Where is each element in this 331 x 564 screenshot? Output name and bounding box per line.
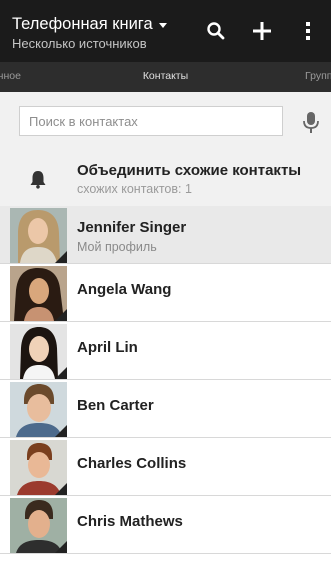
plus-icon <box>253 22 271 40</box>
contact-name: Ben Carter <box>77 397 154 414</box>
contact-name: Charles Collins <box>77 455 187 472</box>
contact-row-april-lin[interactable]: April Lin <box>0 322 331 380</box>
search-bar <box>0 92 331 148</box>
contact-row-angela-wang[interactable]: Angela Wang <box>0 264 331 322</box>
contact-row-chris-mathews[interactable]: Chris Mathews <box>0 496 331 554</box>
page-subtitle: Несколько источников <box>12 36 147 51</box>
microphone-icon <box>303 112 319 133</box>
contact-subtitle: Мой профиль <box>77 240 157 254</box>
contact-row-charles-collins[interactable]: Charles Collins <box>0 438 331 496</box>
avatar <box>10 324 67 379</box>
dropdown-caret-icon <box>158 22 167 28</box>
overflow-menu-button[interactable] <box>291 15 325 47</box>
merge-title: Объединить схожие контакты <box>77 162 302 179</box>
contact-list: Jennifer Singer Мой профиль Angela Wang <box>0 206 331 554</box>
tab-bar: ранное Контакты Групп <box>0 62 331 92</box>
search-input[interactable] <box>19 106 283 136</box>
contact-row-ben-carter[interactable]: Ben Carter <box>0 380 331 438</box>
merge-count: схожих контактов: 1 <box>77 182 192 196</box>
avatar <box>10 382 67 437</box>
search-button[interactable] <box>199 15 233 47</box>
avatar <box>10 208 67 263</box>
tab-contacts[interactable]: Контакты <box>0 70 331 82</box>
avatar <box>10 498 67 553</box>
phonebook-app: Телефонная книга Несколько источников нн… <box>0 0 331 564</box>
tab-groups[interactable]: Групп <box>305 70 331 82</box>
contact-name: April Lin <box>77 339 138 356</box>
overflow-menu-icon <box>306 22 310 40</box>
merge-contacts-row[interactable]: Объединить схожие контакты схожих контак… <box>0 148 331 206</box>
search-icon <box>207 22 225 40</box>
page-title: Телефонная книга <box>12 15 153 33</box>
avatar <box>10 266 67 321</box>
app-bar: Телефонная книга Несколько источников <box>0 0 331 62</box>
voice-search-button[interactable] <box>300 111 322 135</box>
source-selector[interactable]: Телефонная книга Несколько источников <box>12 14 167 52</box>
bell-icon <box>30 171 46 189</box>
contact-row-jennifer-singer[interactable]: Jennifer Singer Мой профиль <box>0 206 331 264</box>
avatar <box>10 440 67 495</box>
contact-name: Chris Mathews <box>77 513 183 530</box>
title-row: Телефонная книга <box>12 14 167 34</box>
contact-name: Angela Wang <box>77 281 172 298</box>
contact-name: Jennifer Singer <box>77 219 187 236</box>
add-contact-button[interactable] <box>245 15 279 47</box>
